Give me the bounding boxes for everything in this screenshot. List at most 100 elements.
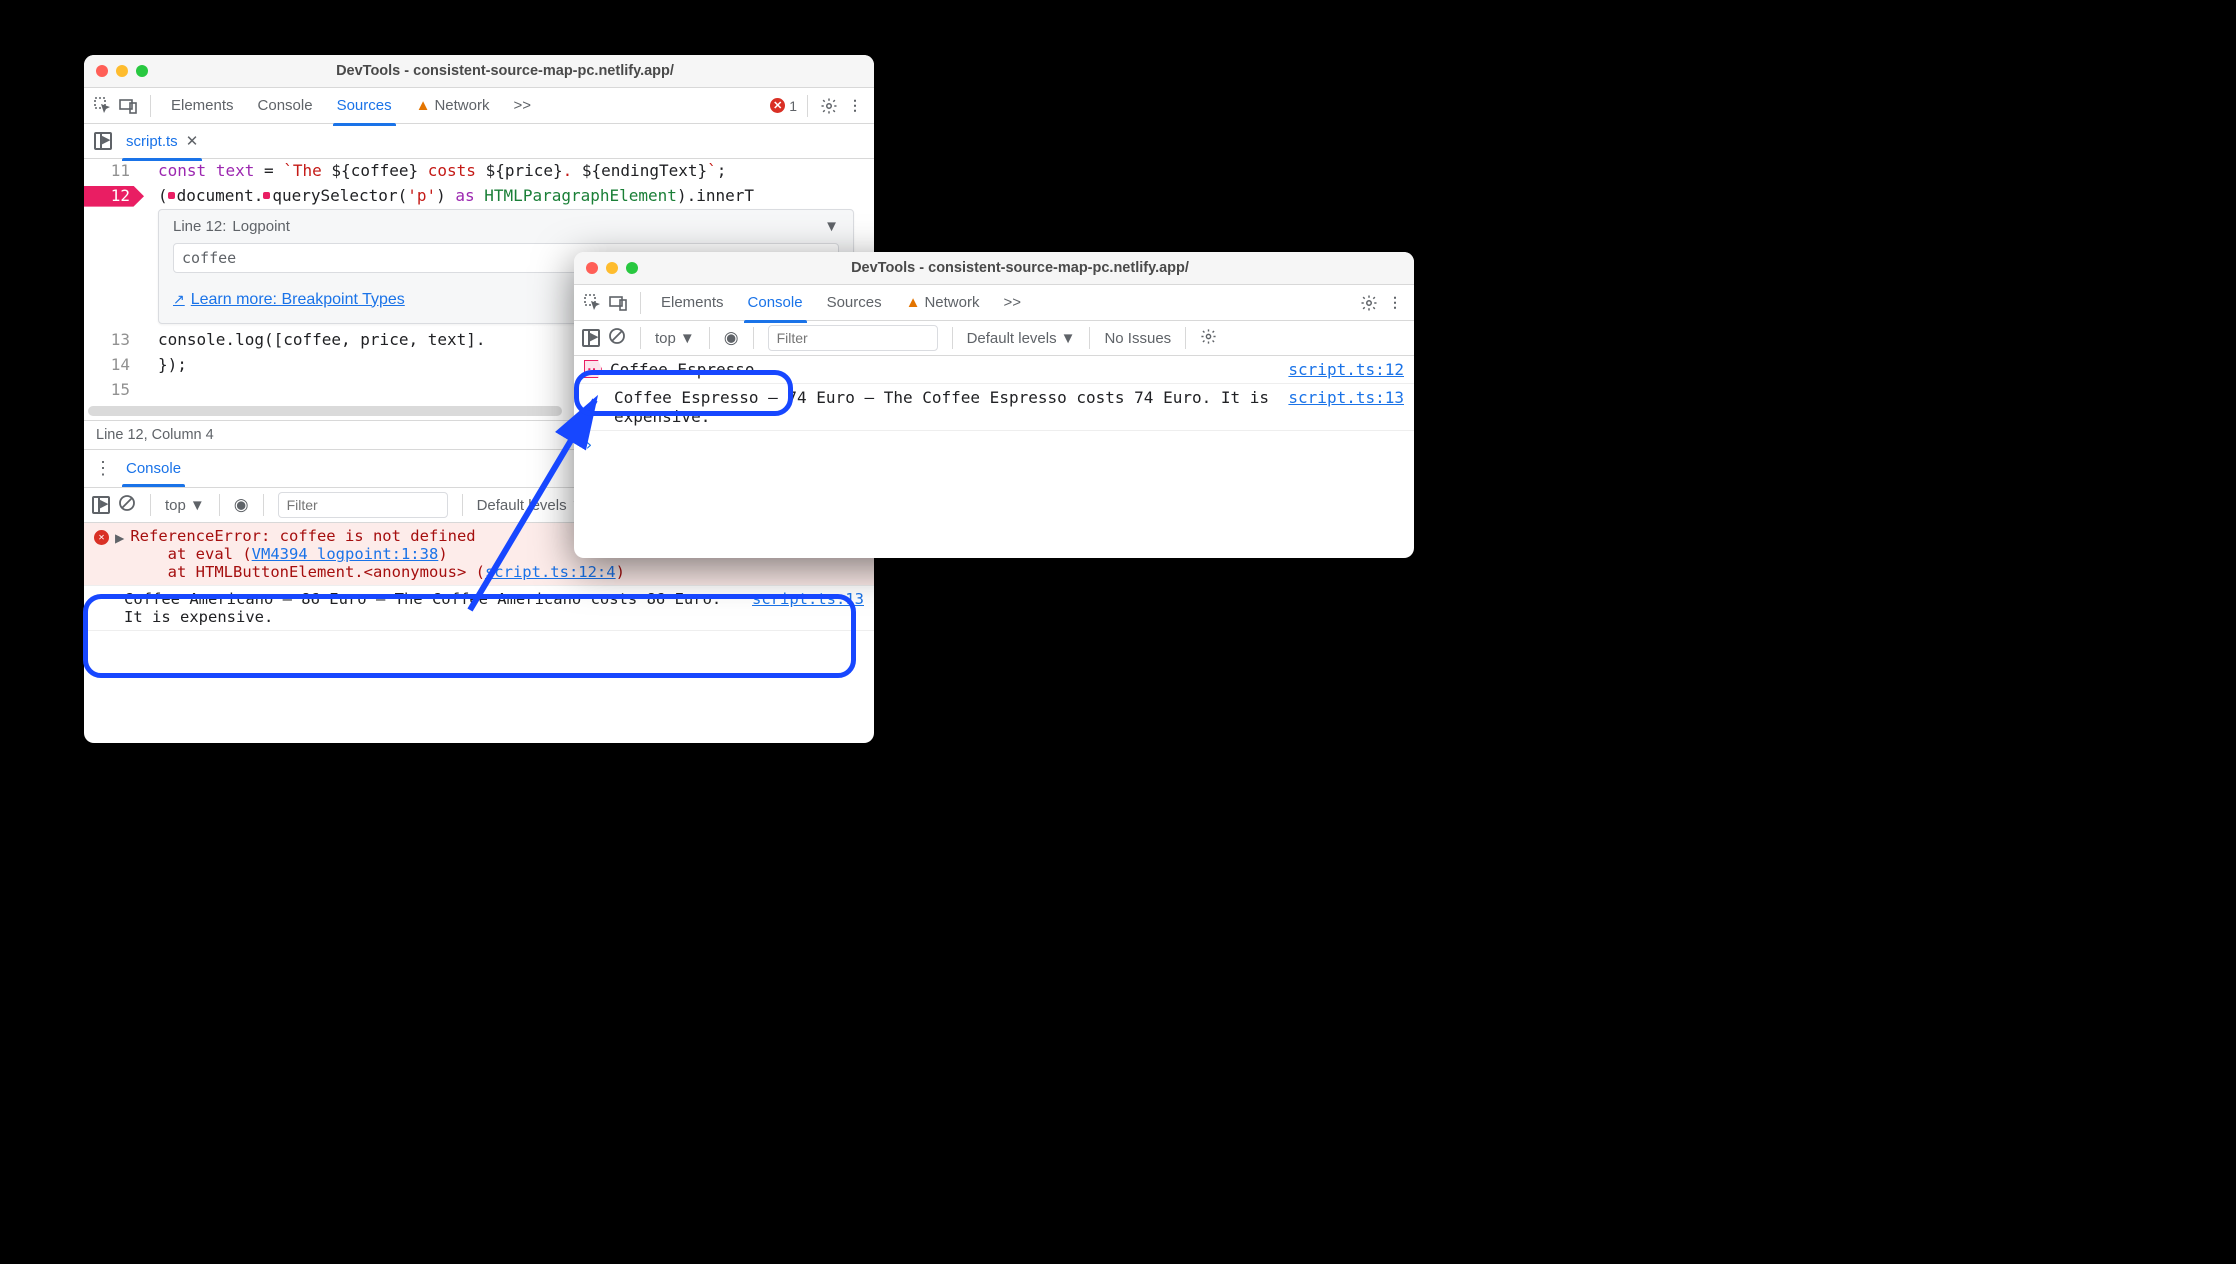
main-toolbar: Elements Console Sources ▲Network >> ✕1 … (84, 88, 874, 124)
filter-input[interactable] (768, 325, 938, 351)
tab-network[interactable]: ▲Network (406, 91, 500, 120)
issues-label[interactable]: No Issues (1104, 330, 1171, 347)
tab-elements[interactable]: Elements (161, 91, 244, 120)
line-number[interactable]: 14 (84, 353, 138, 378)
chevron-down-icon[interactable]: ▼ (824, 218, 839, 235)
line-number[interactable]: 15 (84, 378, 138, 403)
code-line-11[interactable]: const text = `The ${coffee} costs ${pric… (138, 159, 874, 184)
divider (640, 327, 641, 349)
panel-toggle-icon[interactable]: ▶ (582, 329, 600, 347)
log-levels-selector[interactable]: Default levels ▼ (477, 497, 586, 514)
context-selector[interactable]: top ▼ (655, 330, 695, 347)
stack-link[interactable]: script.ts:12:4 (485, 563, 616, 581)
warning-icon: ▲ (416, 97, 431, 114)
panel-toggle-icon[interactable]: ▶ (94, 132, 112, 150)
zoom-icon[interactable] (626, 262, 638, 274)
log-message: Coffee Americano – 86 Euro – The Coffee … (94, 590, 740, 626)
divider (263, 494, 264, 516)
line-number[interactable]: 11 (84, 159, 138, 184)
close-icon[interactable] (96, 65, 108, 77)
inspect-icon[interactable] (582, 292, 604, 314)
tab-console[interactable]: Console (738, 288, 813, 317)
tab-sources[interactable]: Sources (817, 288, 892, 317)
console-log-row[interactable]: Coffee Espresso – 74 Euro – The Coffee E… (574, 384, 1414, 431)
log-message: Coffee Espresso (610, 360, 1276, 379)
log-levels-selector[interactable]: Default levels ▼ (967, 330, 1076, 347)
divider (150, 494, 151, 516)
clear-console-icon[interactable] (608, 327, 626, 349)
learn-more-label: Learn more: Breakpoint Types (191, 291, 405, 309)
bp-line-label: Line 12: (173, 218, 226, 235)
source-link[interactable]: script.ts:13 (1276, 388, 1404, 407)
kebab-icon[interactable]: ⋮ (94, 458, 112, 479)
tab-overflow[interactable]: >> (503, 91, 541, 120)
gear-icon[interactable] (1200, 328, 1217, 349)
tab-overflow[interactable]: >> (993, 288, 1031, 317)
drawer-tab-console[interactable]: Console (122, 454, 185, 483)
console-log-row[interactable]: Coffee Americano – 86 Euro – The Coffee … (84, 586, 874, 631)
tab-console[interactable]: Console (248, 91, 323, 120)
console-logpoint-row[interactable]: Coffee Espresso script.ts:12 (574, 356, 1414, 384)
source-link[interactable]: script.ts:13 (740, 590, 864, 608)
divider (1089, 327, 1090, 349)
divider (807, 95, 808, 117)
device-icon[interactable] (608, 292, 630, 314)
tab-elements[interactable]: Elements (651, 288, 734, 317)
divider (462, 494, 463, 516)
context-selector[interactable]: top ▼ (165, 497, 205, 514)
device-icon[interactable] (118, 95, 140, 117)
zoom-icon[interactable] (136, 65, 148, 77)
file-tab-script[interactable]: script.ts ✕ (122, 126, 202, 156)
divider (640, 292, 641, 314)
divider (1185, 327, 1186, 349)
divider (952, 327, 953, 349)
live-expression-icon[interactable]: ◉ (234, 495, 249, 515)
gear-icon[interactable] (818, 95, 840, 117)
stack-link[interactable]: VM4394 logpoint:1:38 (252, 545, 439, 563)
code-line-12[interactable]: (document.querySelector('p') as HTMLPara… (138, 184, 874, 209)
filter-input[interactable] (278, 492, 448, 518)
tab-network[interactable]: ▲Network (896, 288, 990, 317)
chevron-down-icon: ▼ (1061, 330, 1076, 347)
kebab-icon[interactable]: ⋮ (844, 95, 866, 117)
file-tab-label: script.ts (126, 133, 178, 150)
error-count[interactable]: ✕1 (770, 98, 797, 114)
disclosure-icon[interactable]: ▶ (115, 529, 124, 547)
console-output: Coffee Espresso script.ts:12 Coffee Espr… (574, 356, 1414, 458)
minimize-icon[interactable] (606, 262, 618, 274)
traffic-lights (96, 65, 148, 77)
panel-toggle-icon[interactable]: ▶ (92, 496, 110, 514)
window-title: DevTools - consistent-source-map-pc.netl… (148, 63, 862, 79)
logpoint-icon (584, 360, 602, 378)
titlebar[interactable]: DevTools - consistent-source-map-pc.netl… (84, 55, 874, 88)
tab-network-label: Network (924, 294, 979, 311)
kebab-icon[interactable]: ⋮ (1384, 292, 1406, 314)
error-count-value: 1 (789, 98, 797, 114)
divider (150, 95, 151, 117)
close-icon[interactable] (586, 262, 598, 274)
learn-more-link[interactable]: ↗Learn more: Breakpoint Types (173, 291, 405, 309)
gear-icon[interactable] (1358, 292, 1380, 314)
live-expression-icon[interactable]: ◉ (724, 328, 739, 348)
bp-type[interactable]: Logpoint (232, 218, 290, 235)
warning-icon: ▲ (906, 294, 921, 311)
source-link[interactable]: script.ts:12 (1276, 360, 1404, 379)
tab-sources[interactable]: Sources (327, 91, 402, 120)
line-number[interactable]: 13 (84, 328, 138, 353)
minimize-icon[interactable] (116, 65, 128, 77)
inspect-icon[interactable] (92, 95, 114, 117)
log-message: Coffee Espresso – 74 Euro – The Coffee E… (584, 388, 1276, 426)
traffic-lights (586, 262, 638, 274)
file-tab-bar: ▶ script.ts ✕ (84, 124, 874, 159)
close-tab-icon[interactable]: ✕ (186, 132, 199, 150)
titlebar[interactable]: DevTools - consistent-source-map-pc.netl… (574, 252, 1414, 285)
tab-network-label: Network (434, 97, 489, 114)
console-prompt[interactable]: › (574, 431, 1414, 458)
main-toolbar: Elements Console Sources ▲Network >> ⋮ (574, 285, 1414, 321)
clear-console-icon[interactable] (118, 494, 136, 516)
divider (753, 327, 754, 349)
error-icon: ✕ (94, 530, 109, 545)
scrollbar-thumb[interactable] (88, 406, 562, 416)
devtools-window-2: DevTools - consistent-source-map-pc.netl… (574, 252, 1414, 558)
line-number[interactable]: 12 (84, 184, 138, 209)
